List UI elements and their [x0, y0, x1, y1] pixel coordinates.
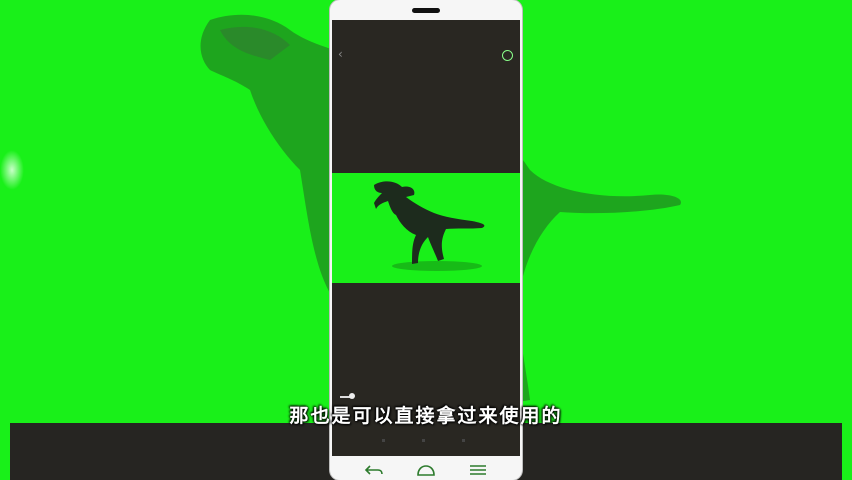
- phone-speaker: [412, 8, 440, 13]
- video-preview[interactable]: [332, 173, 520, 283]
- page-indicator: [372, 439, 482, 445]
- menu-icon[interactable]: [466, 462, 490, 478]
- video-subtitle: 那也是可以直接拿过来使用的: [289, 405, 563, 427]
- circle-icon[interactable]: [502, 50, 513, 61]
- edge-light-spot: [0, 150, 24, 190]
- phone-navigation-bar: [330, 458, 522, 480]
- home-icon[interactable]: [414, 462, 438, 478]
- phone-screen: ‹: [332, 20, 520, 456]
- progress-handle[interactable]: [349, 393, 355, 399]
- chevron-left-icon[interactable]: ‹: [338, 48, 350, 60]
- dinosaur-icon: [374, 181, 485, 264]
- back-arrow-icon[interactable]: [362, 462, 386, 478]
